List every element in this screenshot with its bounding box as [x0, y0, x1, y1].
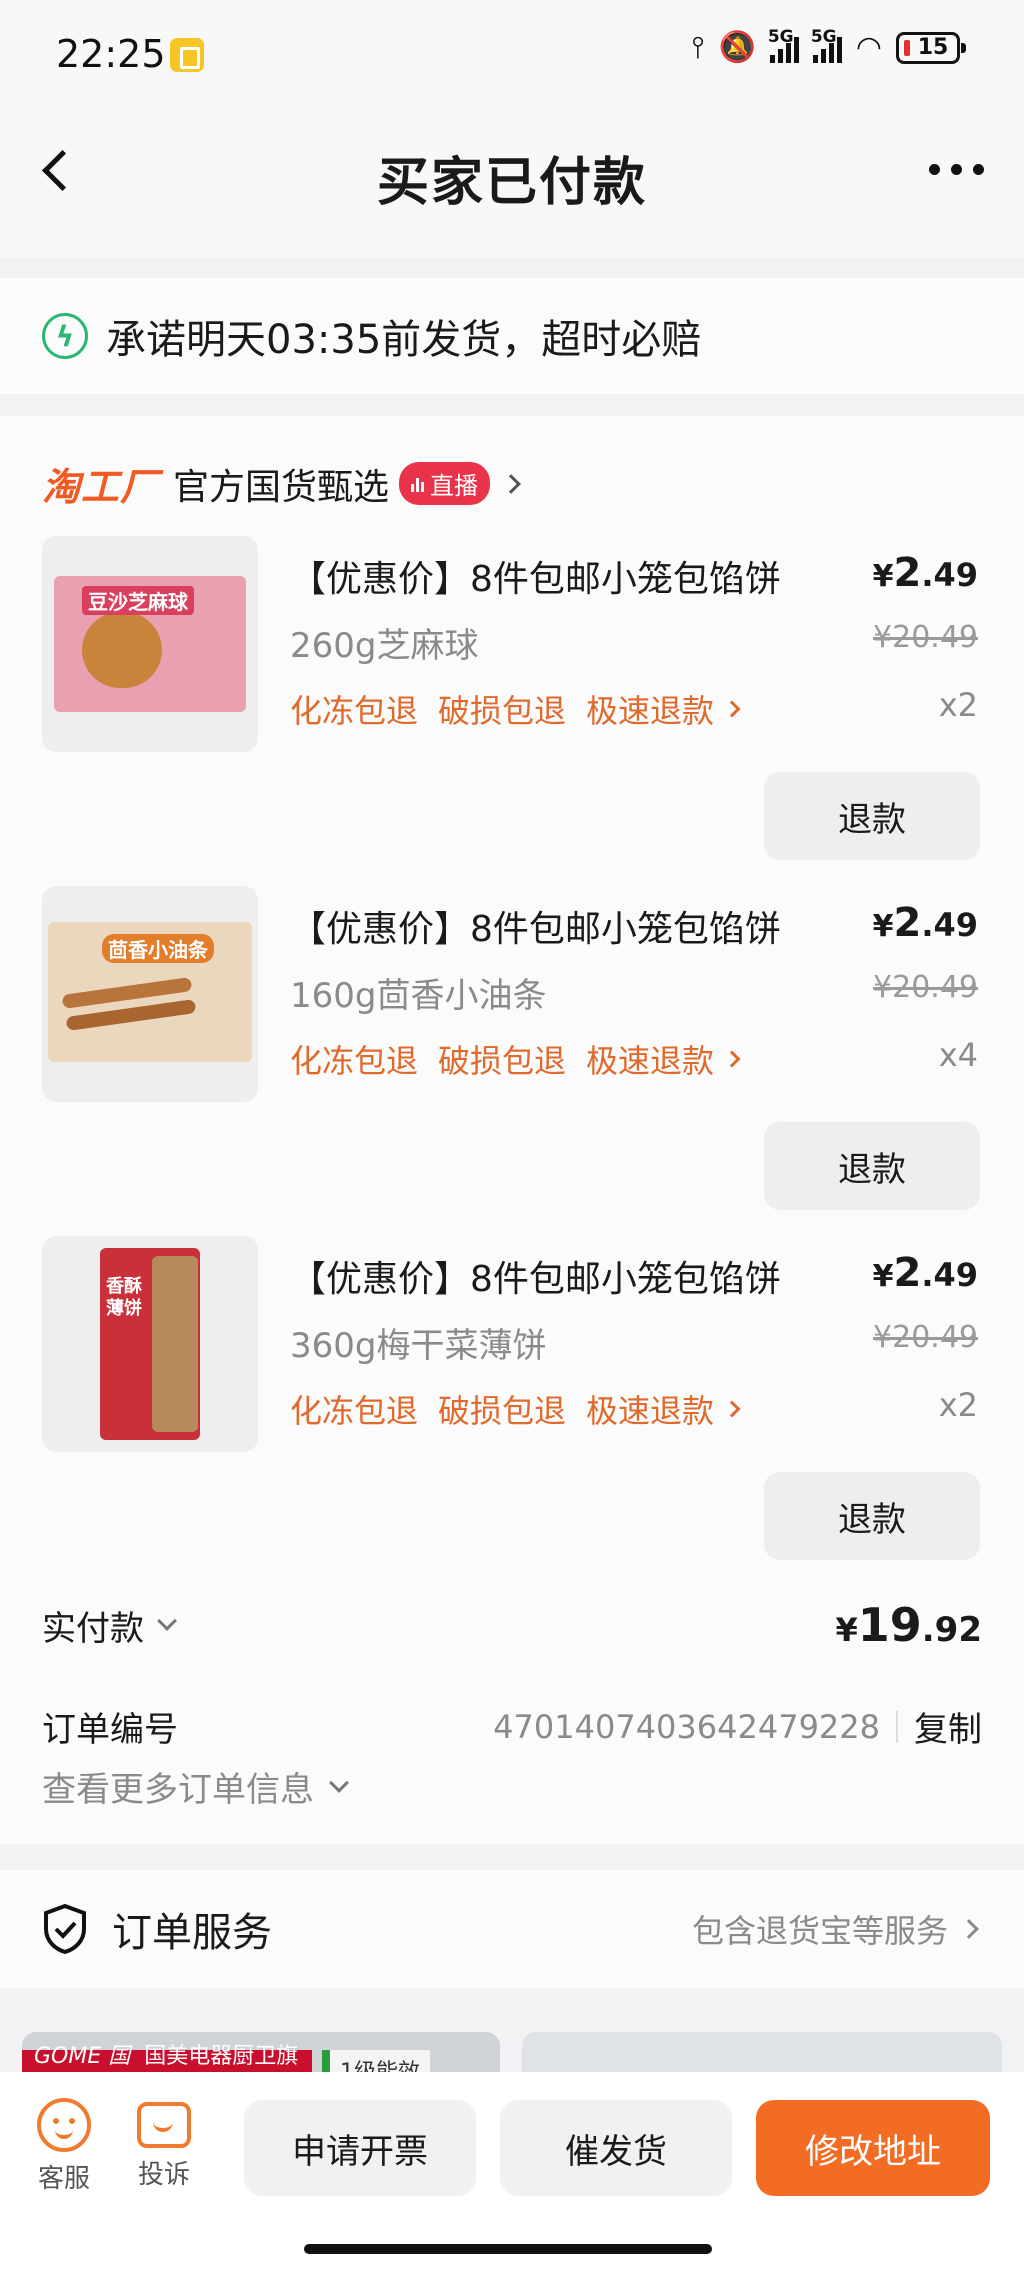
chevron-right-icon	[723, 1400, 741, 1418]
tag-fast-refund: 极速退款	[586, 1042, 715, 1080]
wifi-icon: ◠	[855, 30, 882, 65]
item-tags[interactable]: 化冻包退 破损包退 极速退款	[290, 1386, 741, 1432]
product-image[interactable]: 茴香小油条	[42, 886, 258, 1102]
mute-icon: 🔕	[718, 30, 756, 65]
order-service-row[interactable]: 订单服务 包含退货宝等服务	[0, 1870, 1024, 1988]
original-price: ¥20.49	[873, 620, 978, 655]
order-item[interactable]: 豆沙芝麻球 【优惠价】8件包邮小笼包馅饼 260g芝麻球 化冻包退 破损包退 极…	[0, 536, 1024, 886]
package-label: 豆沙芝麻球	[82, 586, 194, 615]
item-price: ¥2.49	[872, 900, 978, 946]
notification-icon	[170, 38, 204, 72]
tag-damage-refund: 破损包退	[438, 1392, 567, 1430]
shield-icon	[42, 1903, 88, 1955]
tag-thaw-refund: 化冻包退	[290, 1042, 419, 1080]
order-number-row: 订单编号 4701407403642479228 复制	[42, 1702, 982, 1751]
chevron-down-icon	[157, 1611, 177, 1631]
live-badge-label: 直播	[430, 472, 479, 500]
divider	[896, 1710, 898, 1743]
complaint-label: 投诉	[137, 2160, 190, 2190]
promise-text: 承诺明天03:35前发货，超时必赔	[106, 317, 702, 363]
status-time: 22:25	[56, 32, 166, 76]
chevron-right-icon	[959, 1919, 979, 1939]
customer-service-label: 客服	[37, 2164, 90, 2194]
chevron-right-icon	[501, 473, 521, 494]
copy-button[interactable]: 复制	[914, 1702, 982, 1751]
item-title[interactable]: 【优惠价】8件包邮小笼包馅饼	[290, 1250, 781, 1302]
refund-button[interactable]: 退款	[764, 1472, 980, 1560]
chevron-right-icon	[723, 1050, 741, 1068]
request-invoice-button[interactable]: 申请开票	[244, 2100, 476, 2196]
original-price: ¥20.49	[873, 1320, 978, 1355]
tag-thaw-refund: 化冻包退	[290, 1392, 419, 1430]
customer-service-button[interactable]: 客服	[24, 2098, 104, 2195]
product-image[interactable]: 豆沙芝麻球	[42, 536, 258, 752]
paid-amount: ¥19.92	[835, 1598, 982, 1652]
item-title[interactable]: 【优惠价】8件包邮小笼包馅饼	[290, 550, 781, 602]
order-item[interactable]: 茴香小油条 【优惠价】8件包邮小笼包馅饼 160g茴香小油条 化冻包退 破损包退…	[0, 886, 1024, 1236]
item-price: ¥2.49	[872, 1250, 978, 1296]
item-spec: 360g梅干菜薄饼	[290, 1326, 547, 1366]
paid-label[interactable]: 实付款	[42, 1601, 177, 1650]
order-number: 4701407403642479228	[493, 1707, 880, 1746]
item-quantity: x4	[938, 1036, 978, 1074]
network-type-1: 5G	[767, 26, 794, 47]
urge-shipping-button[interactable]: 催发货	[500, 2100, 732, 2196]
product-image[interactable]: 香酥薄饼	[42, 1236, 258, 1452]
complaint-button[interactable]: 投诉	[124, 2098, 204, 2191]
shop-name: 官方国货甄选	[173, 466, 390, 508]
item-price: ¥2.49	[872, 550, 978, 596]
item-tags[interactable]: 化冻包退 破损包退 极速退款	[290, 686, 741, 732]
item-quantity: x2	[938, 686, 978, 724]
shipping-promise: ϟ 承诺明天03:35前发货，超时必赔	[0, 278, 1024, 394]
more-order-info[interactable]: 查看更多订单信息	[42, 1762, 349, 1811]
signal-icon-2: 5G	[811, 27, 842, 63]
sesame-ball-image	[82, 612, 162, 688]
shop-header[interactable]: 淘工厂 官方国货甄选 直播	[42, 456, 521, 511]
item-title[interactable]: 【优惠价】8件包邮小笼包馅饼	[290, 900, 781, 952]
order-number-label: 订单编号	[42, 1710, 178, 1750]
battery-level: 15	[917, 35, 949, 60]
customer-service-icon	[37, 2098, 91, 2152]
more-order-info-label: 查看更多订单信息	[42, 1770, 314, 1810]
battery-icon: 15	[896, 31, 966, 64]
change-address-button[interactable]: 修改地址	[756, 2100, 990, 2196]
page-title: 买家已付款	[376, 153, 647, 213]
top-header: 22:25 ⫯ 🔕 5G 5G ◠ 15 买家已付款	[0, 0, 1024, 258]
service-title: 订单服务	[112, 1910, 272, 1956]
tag-damage-refund: 破损包退	[438, 692, 567, 730]
chevron-right-icon	[723, 700, 741, 718]
tag-damage-refund: 破损包退	[438, 1042, 567, 1080]
earbuds-icon: ⫯	[691, 30, 705, 65]
chevron-down-icon	[329, 1772, 349, 1793]
home-indicator[interactable]	[304, 2244, 712, 2254]
tag-fast-refund: 极速退款	[586, 1392, 715, 1430]
network-type-2: 5G	[810, 26, 837, 47]
paid-row[interactable]: 实付款 ¥19.92	[42, 1598, 982, 1652]
refund-button[interactable]: 退款	[764, 1122, 980, 1210]
service-detail[interactable]: 包含退货宝等服务	[691, 1906, 979, 1952]
live-badge: 直播	[399, 462, 491, 505]
tag-fast-refund: 极速退款	[586, 692, 715, 730]
item-quantity: x2	[938, 1386, 978, 1424]
item-tags[interactable]: 化冻包退 破损包退 极速退款	[290, 1036, 741, 1082]
item-spec: 160g茴香小油条	[290, 976, 547, 1016]
more-options-icon[interactable]	[929, 164, 984, 175]
package-label: 香酥薄饼	[106, 1276, 142, 1319]
original-price: ¥20.49	[873, 970, 978, 1005]
package-label: 茴香小油条	[102, 934, 214, 963]
complaint-icon	[137, 2102, 191, 2148]
paid-label-text: 实付款	[42, 1608, 144, 1649]
refund-button[interactable]: 退款	[764, 772, 980, 860]
tag-thaw-refund: 化冻包退	[290, 692, 419, 730]
pancake-image	[152, 1256, 198, 1432]
service-detail-text: 包含退货宝等服务	[691, 1912, 948, 1950]
lightning-icon: ϟ	[42, 313, 88, 359]
item-spec: 260g芝麻球	[290, 626, 479, 666]
live-icon	[411, 476, 425, 492]
shop-logo: 淘工厂	[42, 465, 160, 509]
order-item[interactable]: 香酥薄饼 【优惠价】8件包邮小笼包馅饼 360g梅干菜薄饼 化冻包退 破损包退 …	[0, 1236, 1024, 1586]
order-card: 淘工厂 官方国货甄选 直播 豆沙芝麻球 【优惠价】8件包邮小笼包馅饼 260g芝…	[0, 416, 1024, 1844]
signal-icon: 5G	[768, 27, 799, 63]
status-icons: ⫯ 🔕 5G 5G ◠ 15	[691, 27, 966, 65]
